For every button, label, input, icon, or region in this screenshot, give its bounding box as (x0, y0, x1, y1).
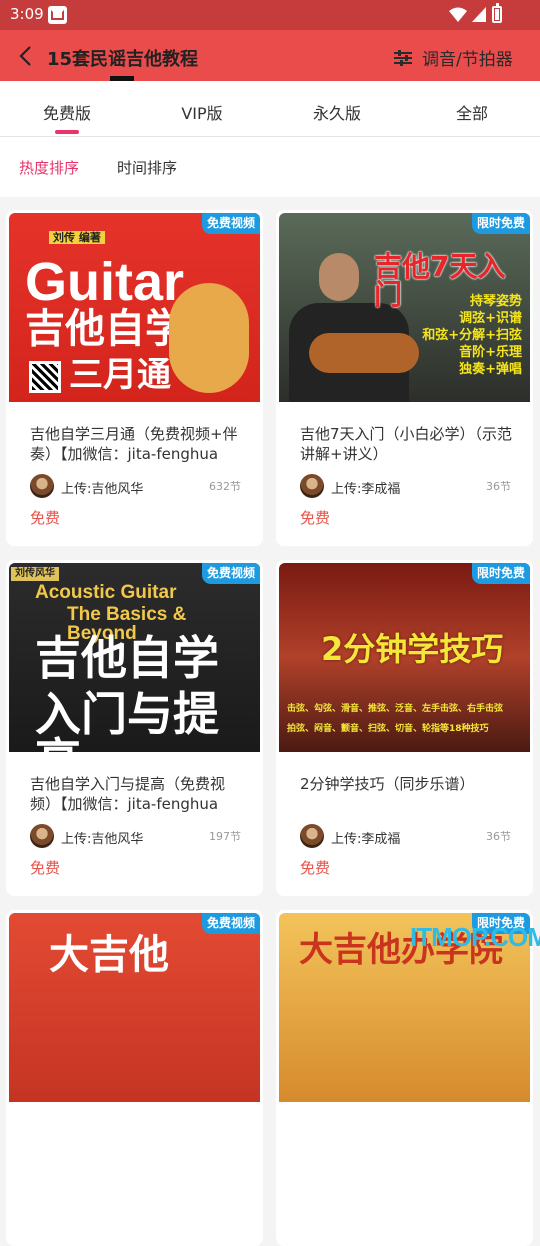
qr-code (29, 361, 61, 393)
cover-topic: 和弦+分解+扫弦 (422, 328, 522, 343)
tab-bar: 免费版 VIP版 永久版 全部 (0, 81, 540, 137)
course-cover: 2分钟学技巧 击弦、勾弦、滑音、推弦、泛音、左手击弦、右手击弦 拍弦、闷音、颤音… (279, 563, 530, 752)
cover-main-text: Guitar (25, 252, 185, 312)
app-notification-icon (48, 6, 67, 24)
tab-vip[interactable]: VIP版 (147, 100, 257, 124)
uploader-avatar (300, 474, 324, 498)
lesson-count: 36节 (486, 830, 511, 843)
cover-english-title: Acoustic Guitar (35, 582, 177, 603)
sort-by-popularity[interactable]: 热度排序 (19, 157, 79, 178)
course-card[interactable]: 刘传 编著 Guitar 吉他自学 三月通 免费视频 吉他自学三月通（免费视频+… (6, 210, 263, 546)
price-label: 免费 (30, 859, 61, 877)
cover-author: 刘传风华 (11, 567, 59, 581)
limited-free-badge: 限时免费 (472, 213, 530, 234)
lesson-count: 36节 (486, 480, 511, 493)
course-cover: 吉他7天入门 持琴姿势 调弦+识谱 和弦+分解+扫弦 音阶+乐理 独奏+弹唱 限… (279, 213, 530, 402)
cover-technique-line-2: 拍弦、闷音、颤音、扫弦、切音、轮指等18种技巧 (287, 724, 489, 734)
price-label: 免费 (30, 509, 61, 527)
sliders-icon (394, 49, 412, 66)
free-video-badge: 免费视频 (202, 563, 260, 584)
cover-sub-text: 入门与提高 (35, 687, 219, 752)
course-card[interactable]: 刘传风华 Acoustic Guitar The Basics & Beyond… (6, 560, 263, 896)
cover-topic: 持琴姿势 (469, 294, 522, 309)
signal-icon (472, 7, 486, 22)
course-title: 吉他自学三月通（免费视频+伴奏）【加微信：jita-fenghua免... (30, 425, 238, 463)
page-title: 15套民谣吉他教程 (47, 49, 199, 70)
watermark: ITMOP.COM (410, 922, 540, 952)
cover-topic-list: 持琴姿势 调弦+识谱 和弦+分解+扫弦 音阶+乐理 独奏+弹唱 (422, 295, 522, 376)
free-video-badge: 免费视频 (202, 213, 260, 234)
lesson-count: 197节 (209, 830, 241, 843)
cover-main-text: 大吉他 (49, 932, 169, 978)
course-title: 2分钟学技巧（同步乐谱） (300, 775, 475, 793)
course-cover: 刘传风华 Acoustic Guitar The Basics & Beyond… (9, 563, 260, 752)
course-card[interactable]: 大吉他 免费视频 (6, 910, 263, 1246)
uploader-name: 上传:李成福 (331, 482, 401, 497)
teacher-figure (319, 253, 359, 301)
cover-technique-line-1: 击弦、勾弦、滑音、推弦、泛音、左手击弦、右手击弦 (287, 704, 504, 714)
uploader-name: 上传:吉他风华 (61, 832, 144, 847)
cover-sub-text-2: 三月通 (69, 355, 171, 395)
price-label: 免费 (300, 509, 331, 527)
guitar-shape (309, 333, 419, 373)
course-cover: 刘传 编著 Guitar 吉他自学 三月通 免费视频 (9, 213, 260, 402)
tuner-metronome-button[interactable]: 调音/节拍器 (394, 45, 513, 70)
uploader-avatar (30, 474, 54, 498)
cover-topic: 独奏+弹唱 (459, 362, 522, 377)
tuner-label: 调音/节拍器 (422, 50, 513, 70)
sort-by-time[interactable]: 时间排序 (117, 157, 177, 178)
guitar-body (169, 283, 249, 393)
limited-free-badge: 限时免费 (472, 563, 530, 584)
app-bar: 15套民谣吉他教程 调音/节拍器 (0, 30, 540, 81)
course-card[interactable]: 大吉他办学院 限时免费 (276, 910, 533, 1246)
cover-sub-text: 吉他自学 (25, 306, 185, 352)
course-cover: 大吉他 免费视频 (9, 913, 260, 1102)
uploader-name: 上传:李成福 (331, 832, 401, 847)
lesson-count: 632节 (209, 480, 241, 493)
sort-bar: 热度排序 时间排序 (0, 137, 540, 197)
course-title: 吉他自学入门与提高（免费视频）【加微信：jita-fenghua免... (30, 775, 226, 813)
free-video-badge: 免费视频 (202, 913, 260, 934)
course-title: 吉他7天入门（小白必学）（示范讲解+讲义） (300, 425, 513, 463)
cover-author: 刘传 编著 (49, 231, 105, 244)
tab-all[interactable]: 全部 (417, 100, 527, 124)
uploader-avatar (30, 824, 54, 848)
course-card[interactable]: 吉他7天入门 持琴姿势 调弦+识谱 和弦+分解+扫弦 音阶+乐理 独奏+弹唱 限… (276, 210, 533, 546)
status-bar: 3:09 (0, 0, 540, 30)
cover-topic: 音阶+乐理 (459, 345, 522, 360)
tab-permanent[interactable]: 永久版 (282, 100, 392, 124)
course-card[interactable]: 2分钟学技巧 击弦、勾弦、滑音、推弦、泛音、左手击弦、右手击弦 拍弦、闷音、颤音… (276, 560, 533, 896)
active-tab-underline (55, 130, 79, 134)
price-label: 免费 (300, 859, 331, 877)
uploader-name: 上传:吉他风华 (61, 482, 144, 497)
cover-main-text: 2分钟学技巧 (321, 630, 504, 668)
battery-icon (492, 3, 502, 23)
status-time: 3:09 (10, 5, 44, 23)
wifi-icon (449, 7, 467, 22)
uploader-avatar (300, 824, 324, 848)
cover-topic: 调弦+识谱 (459, 311, 522, 326)
tab-free[interactable]: 免费版 (12, 100, 122, 124)
cover-main-text: 吉他自学 (35, 631, 219, 685)
back-arrow-icon[interactable] (14, 43, 40, 69)
